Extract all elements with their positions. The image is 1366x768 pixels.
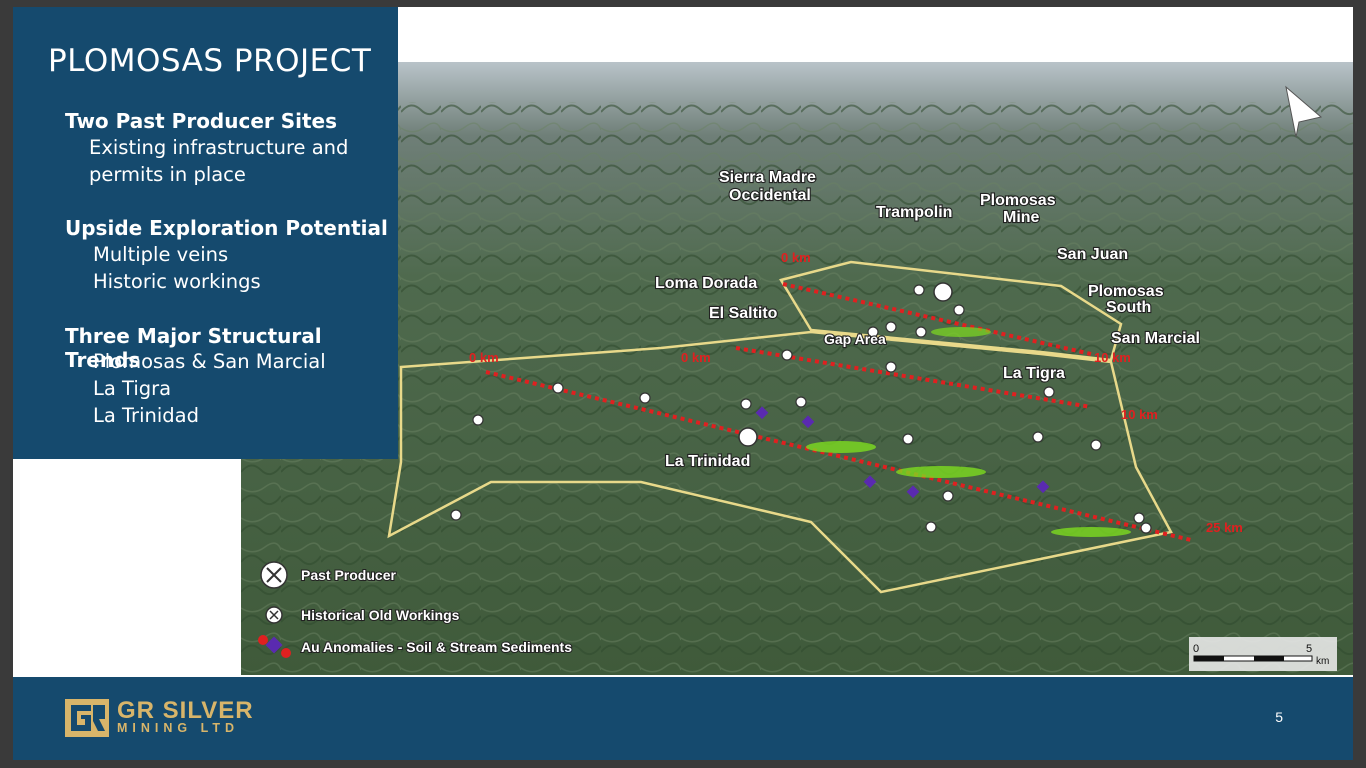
km-marker: 10 km bbox=[1121, 407, 1158, 422]
scale-right: 5 bbox=[1306, 643, 1312, 655]
label-san-juan: San Juan bbox=[1057, 246, 1128, 263]
label-gap-area: Gap Area bbox=[824, 331, 886, 347]
section-item: permits in place bbox=[89, 163, 246, 186]
page-title: PLOMOSAS PROJECT bbox=[48, 43, 372, 79]
slide: Sierra Madre Occidental Trampolin Plomos… bbox=[13, 7, 1353, 760]
label-plomosas-south-2: South bbox=[1106, 299, 1151, 316]
label-la-trinidad: La Trinidad bbox=[665, 453, 750, 470]
section-item: Plomosas & San Marcial bbox=[93, 350, 326, 373]
label-loma-dorada: Loma Dorada bbox=[655, 275, 757, 292]
km-marker: 0 km bbox=[781, 250, 811, 265]
historical-workings-markers bbox=[450, 284, 1152, 534]
section-item: Historic workings bbox=[93, 270, 261, 293]
km-marker: 10 km bbox=[1094, 350, 1131, 365]
logo-subtitle: MINING LTD bbox=[117, 721, 239, 735]
section-heading: Two Past Producer Sites bbox=[65, 109, 338, 133]
scale-unit: km bbox=[1316, 656, 1329, 667]
label-plomosas-mine-2: Mine bbox=[1003, 209, 1040, 226]
section-heading: Upside Exploration Potential bbox=[65, 216, 388, 240]
label-plomosas-south-1: Plomosas bbox=[1088, 283, 1164, 300]
legend-past-producer: Past Producer bbox=[301, 567, 396, 583]
section-item: Existing infrastructure and bbox=[89, 136, 349, 159]
label-sierra-madre: Sierra Madre bbox=[719, 169, 816, 186]
section-item: La Trinidad bbox=[93, 404, 199, 427]
scale-bar: 0 5 km bbox=[1189, 637, 1337, 671]
label-san-marcial: San Marcial bbox=[1111, 330, 1200, 347]
footer-bar: GR SILVER MINING LTD 5 bbox=[13, 677, 1353, 760]
section-item: Multiple veins bbox=[93, 243, 229, 266]
legend-historical: Historical Old Workings bbox=[301, 607, 460, 623]
info-panel: PLOMOSAS PROJECT Two Past Producer Sites… bbox=[13, 7, 398, 459]
gr-logo-icon bbox=[65, 699, 109, 737]
label-occidental: Occidental bbox=[729, 187, 811, 204]
trend-la-trinidad bbox=[485, 370, 1192, 542]
map-legend: Past Producer Historical Old Workings Au… bbox=[258, 561, 573, 658]
page-number: 5 bbox=[1275, 709, 1283, 725]
km-marker: 25 km bbox=[1206, 520, 1243, 535]
label-la-tigra: La Tigra bbox=[1003, 365, 1065, 382]
label-plomosas-mine-1: Plomosas bbox=[980, 192, 1056, 209]
north-arrow-icon bbox=[1285, 85, 1323, 138]
km-marker: 0 km bbox=[681, 350, 711, 365]
label-trampolin: Trampolin bbox=[876, 204, 952, 221]
km-marker: 0 km bbox=[469, 350, 499, 365]
map-overlay: Sierra Madre Occidental Trampolin Plomos… bbox=[258, 85, 1337, 671]
scale-left: 0 bbox=[1193, 643, 1199, 655]
section-item: La Tigra bbox=[93, 377, 172, 400]
label-el-saltito: El Saltito bbox=[709, 305, 778, 322]
legend-au-anomalies: Au Anomalies - Soil & Stream Sediments bbox=[301, 639, 572, 655]
anomaly-icon bbox=[258, 635, 268, 645]
